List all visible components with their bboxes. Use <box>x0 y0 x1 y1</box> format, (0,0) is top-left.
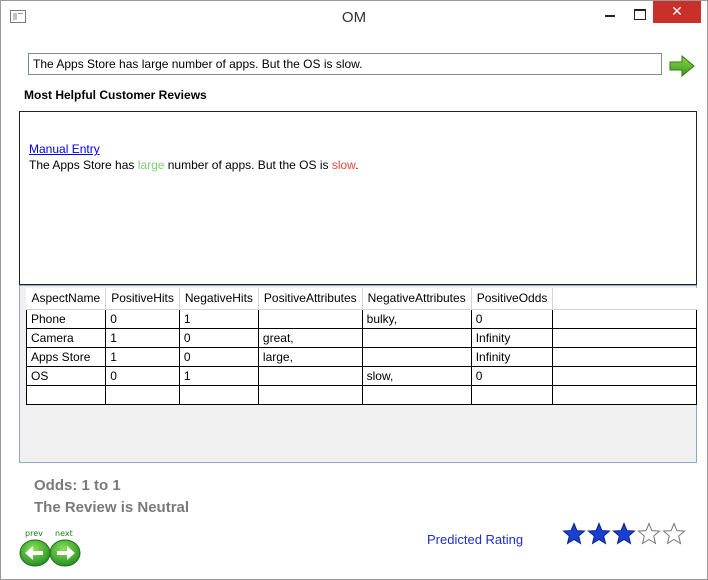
negative-word: slow <box>331 158 356 172</box>
column-header[interactable]: PositiveAttributes <box>258 288 363 310</box>
verdict-text: The Review is Neutral <box>34 499 190 516</box>
next-button[interactable]: next <box>49 529 83 569</box>
table-cell-filler <box>552 385 697 405</box>
table-cell[interactable]: slow, <box>362 366 472 386</box>
predicted-rating-label: Predicted Rating <box>427 532 524 547</box>
filled-star-icon <box>562 522 586 545</box>
table-cell[interactable] <box>471 385 554 405</box>
green-right-arrow-icon <box>669 55 695 77</box>
go-button[interactable] <box>668 55 696 77</box>
table-cell-filler <box>552 366 697 386</box>
table-cell[interactable]: Infinity <box>471 347 554 367</box>
table-cell[interactable]: 0 <box>179 347 259 367</box>
table-cell[interactable]: 1 <box>105 347 180 367</box>
review-text-part: . <box>355 158 359 172</box>
column-header[interactable]: AspectName <box>26 288 107 310</box>
review-text-part: The Apps Store has <box>29 158 138 172</box>
prev-button[interactable]: prev <box>19 529 53 569</box>
table-cell[interactable]: 0 <box>471 366 554 386</box>
table-cell[interactable]: Infinity <box>471 328 554 348</box>
positive-word: large <box>137 158 165 172</box>
table-cell[interactable] <box>179 385 259 405</box>
table-cell[interactable] <box>25 385 107 405</box>
filled-star-icon <box>587 522 611 545</box>
table-row[interactable]: Apps Store 1 0 large, Infinity <box>25 347 697 367</box>
table-cell[interactable]: 0 <box>471 308 554 329</box>
table-cell-filler <box>552 308 697 329</box>
column-header[interactable]: NegativeHits <box>179 288 259 310</box>
empty-star-icon <box>662 522 686 545</box>
table-header-row: AspectName PositiveHits NegativeHits Pos… <box>26 288 697 310</box>
table-row[interactable]: Camera 1 0 great, Infinity <box>25 328 697 348</box>
review-input[interactable]: The Apps Store has large number of apps.… <box>28 53 662 75</box>
aspects-grid-panel: AspectName PositiveHits NegativeHits Pos… <box>19 285 697 463</box>
review-panel: Manual Entry The Apps Store has large nu… <box>19 111 697 285</box>
table-cell[interactable]: Phone <box>25 308 107 329</box>
review-text: The Apps Store has large number of apps.… <box>29 158 359 172</box>
table-cell[interactable]: 1 <box>179 366 259 386</box>
column-header[interactable]: PositiveHits <box>105 288 180 310</box>
app-window: OM ✕ The Apps Store has large number of … <box>0 0 708 580</box>
table-cell[interactable]: 0 <box>105 366 180 386</box>
table-cell-filler <box>552 347 697 367</box>
empty-star-icon <box>637 522 661 545</box>
column-header[interactable]: NegativeAttributes <box>362 288 472 310</box>
table-row[interactable]: Phone 0 1 bulky, 0 <box>25 308 697 329</box>
table-cell[interactable]: 0 <box>105 308 180 329</box>
table-cell[interactable]: Camera <box>25 328 107 348</box>
table-cell[interactable] <box>362 347 472 367</box>
table-cell[interactable] <box>258 385 363 405</box>
close-button[interactable]: ✕ <box>653 1 701 23</box>
manual-entry-link[interactable]: Manual Entry <box>29 142 100 156</box>
prev-label: prev <box>25 529 43 538</box>
table-cell[interactable] <box>258 308 363 329</box>
star-rating <box>562 522 687 546</box>
table-cell[interactable] <box>362 385 472 405</box>
table-cell[interactable]: 0 <box>179 328 259 348</box>
filled-star-icon <box>612 522 636 545</box>
table-row[interactable]: OS 0 1 slow, 0 <box>25 366 697 386</box>
odds-text: Odds: 1 to 1 <box>34 477 121 494</box>
column-header[interactable]: PositiveOdds <box>471 288 554 310</box>
table-cell[interactable]: great, <box>258 328 363 348</box>
table-cell[interactable] <box>362 328 472 348</box>
table-cell[interactable]: bulky, <box>362 308 472 329</box>
table-new-row[interactable] <box>25 385 697 405</box>
title-bar: OM ✕ <box>1 1 707 33</box>
next-label: next <box>55 529 73 538</box>
table-cell[interactable]: large, <box>258 347 363 367</box>
reviews-heading: Most Helpful Customer Reviews <box>24 88 207 102</box>
table-cell[interactable]: 1 <box>105 328 180 348</box>
table-cell[interactable]: Apps Store <box>25 347 107 367</box>
table-cell[interactable]: OS <box>25 366 107 386</box>
close-icon: ✕ <box>671 4 683 20</box>
review-text-part: number of apps. But the OS is <box>164 158 332 172</box>
aspects-table[interactable]: AspectName PositiveHits NegativeHits Pos… <box>25 288 697 405</box>
table-cell-filler <box>552 328 697 348</box>
table-cell[interactable] <box>258 366 363 386</box>
column-header-filler <box>552 288 697 310</box>
table-cell[interactable] <box>105 385 180 405</box>
left-arrow-icon <box>19 539 51 567</box>
table-cell[interactable]: 1 <box>179 308 259 329</box>
right-arrow-icon <box>49 539 81 567</box>
